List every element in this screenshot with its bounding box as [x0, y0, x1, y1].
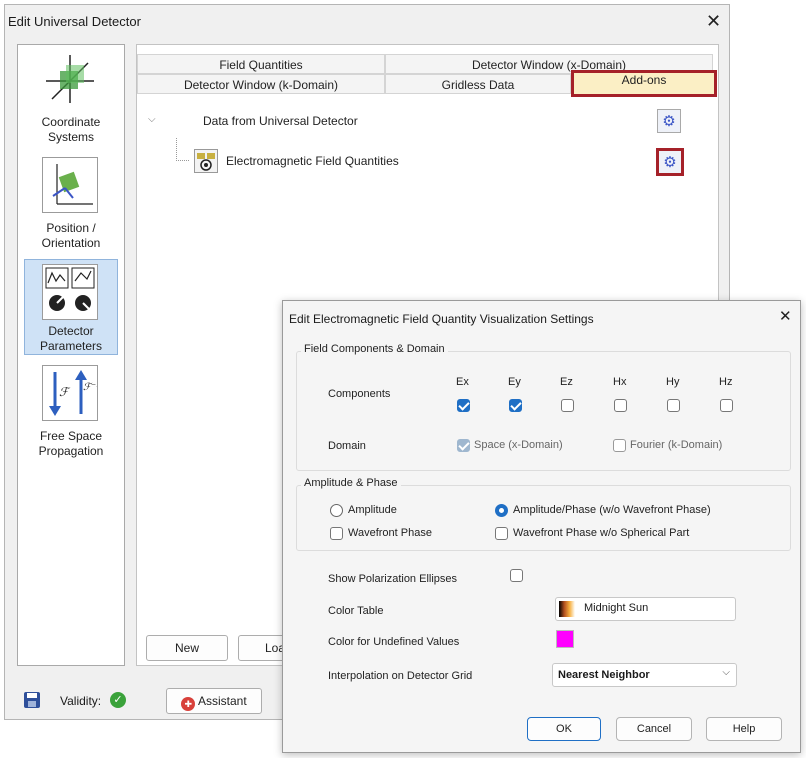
ex-checkbox[interactable] — [457, 399, 470, 412]
space-domain-label: Space (x-Domain) — [474, 439, 563, 451]
amplitude-phase-label: Amplitude/Phase (w/o Wavefront Phase) — [513, 504, 711, 516]
check-icon: ✓ — [110, 692, 126, 708]
close-icon[interactable]: ✕ — [706, 12, 721, 30]
wavefront-phase-label: Wavefront Phase — [348, 527, 432, 539]
amplitude-radio[interactable] — [330, 504, 343, 517]
ez-checkbox[interactable] — [561, 399, 574, 412]
color-table-label: Color Table — [328, 605, 384, 617]
tree-connector — [176, 138, 189, 161]
amplitude-phase-group — [296, 485, 791, 551]
tree-child-label[interactable]: Electromagnetic Field Quantities — [226, 154, 399, 168]
sidebar-item-label: Parameters — [39, 339, 103, 353]
sidebar-item-free-space-propagation[interactable]: ℱ ℱ⁻¹ Free Space Propagation — [24, 363, 118, 459]
interpolation-value: Nearest Neighbor — [558, 669, 650, 681]
free-space-propagation-icon: ℱ ℱ⁻¹ — [42, 365, 100, 421]
help-button[interactable]: Help — [706, 717, 782, 741]
field-components-group — [296, 351, 791, 471]
show-polarization-checkbox[interactable] — [510, 569, 523, 582]
sidebar: Coordinate Systems Position / Orientatio… — [17, 44, 125, 666]
dialog-close-icon[interactable]: ✕ — [779, 308, 792, 326]
col-hx: Hx — [613, 376, 627, 388]
coordinate-systems-icon — [42, 51, 98, 107]
color-table-field[interactable]: Midnight Sun — [555, 597, 736, 621]
sidebar-item-detector-parameters[interactable]: Detector Parameters — [24, 259, 118, 355]
hx-checkbox[interactable] — [614, 399, 627, 412]
assistant-icon: ✚ — [181, 697, 196, 711]
window-title: Edit Universal Detector — [8, 14, 141, 29]
chevron-down-icon: ⌵ — [722, 667, 730, 678]
col-ez: Ez — [560, 376, 573, 388]
child-settings-button[interactable]: ⚙ — [656, 148, 684, 176]
ey-checkbox[interactable] — [509, 399, 522, 412]
undefined-color-label: Color for Undefined Values — [328, 636, 460, 648]
tab-field-quantities[interactable]: Field Quantities — [137, 54, 385, 74]
gear-icon: ⚙ — [662, 112, 676, 130]
col-ex: Ex — [456, 376, 469, 388]
col-hz: Hz — [719, 376, 733, 388]
tab-gridless-data[interactable]: Gridless Data — [385, 74, 571, 94]
group-title: Field Components & Domain — [301, 343, 448, 355]
root-settings-button[interactable]: ⚙ — [657, 109, 681, 133]
wavefront-spherical-label: Wavefront Phase w/o Spherical Part — [513, 527, 690, 539]
svg-text:ℱ: ℱ — [59, 385, 71, 399]
sidebar-item-label: Systems — [47, 130, 94, 144]
wavefront-spherical-checkbox[interactable] — [495, 527, 508, 540]
validity-label: Validity: — [60, 694, 102, 708]
tree-root-label[interactable]: Data from Universal Detector — [203, 114, 358, 128]
sidebar-item-label: Position / — [46, 221, 96, 235]
position-orientation-icon — [42, 157, 98, 213]
dialog-title: Edit Electromagnetic Field Quantity Visu… — [289, 312, 594, 326]
assistant-label: Assistant — [197, 694, 247, 708]
assistant-button[interactable]: ✚ Assistant — [166, 688, 262, 714]
new-button[interactable]: New — [146, 635, 228, 661]
sidebar-item-position-orientation[interactable]: Position / Orientation — [24, 155, 118, 251]
col-hy: Hy — [666, 376, 680, 388]
hy-checkbox[interactable] — [667, 399, 680, 412]
col-ey: Ey — [508, 376, 521, 388]
wavefront-phase-checkbox[interactable] — [330, 527, 343, 540]
sidebar-item-label: Orientation — [41, 236, 101, 250]
space-domain-checkbox — [457, 439, 470, 452]
load-button[interactable]: Loa — [238, 635, 288, 661]
colormap-swatch-icon — [559, 601, 575, 617]
sidebar-item-label: Coordinate — [41, 115, 101, 129]
tab-add-ons[interactable]: Add-ons — [571, 70, 717, 97]
fourier-domain-checkbox[interactable] — [613, 439, 626, 452]
hz-checkbox[interactable] — [720, 399, 733, 412]
group-title: Amplitude & Phase — [301, 477, 401, 489]
show-polarization-label: Show Polarization Ellipses — [328, 573, 458, 585]
gear-icon: ⚙ — [663, 153, 677, 171]
domain-label: Domain — [328, 440, 366, 452]
amplitude-label: Amplitude — [348, 504, 397, 516]
cancel-button[interactable]: Cancel — [616, 717, 692, 741]
field-quantities-icon — [194, 149, 218, 173]
interpolation-select[interactable]: Nearest Neighbor ⌵ — [552, 663, 737, 687]
ok-button[interactable]: OK — [527, 717, 601, 741]
amplitude-phase-radio[interactable] — [495, 504, 508, 517]
tab-detector-window-k[interactable]: Detector Window (k-Domain) — [137, 74, 385, 94]
save-icon[interactable] — [24, 692, 40, 708]
detector-parameters-icon — [42, 264, 98, 320]
undefined-color-swatch[interactable] — [556, 630, 574, 648]
color-table-value: Midnight Sun — [584, 602, 649, 614]
sidebar-item-label: Free Space — [39, 429, 103, 443]
sidebar-item-label: Propagation — [38, 444, 104, 458]
fourier-domain-label: Fourier (k-Domain) — [630, 439, 723, 451]
interpolation-label: Interpolation on Detector Grid — [328, 670, 473, 682]
svg-text:ℱ⁻¹: ℱ⁻¹ — [83, 382, 97, 393]
sidebar-item-coordinate-systems[interactable]: Coordinate Systems — [24, 49, 118, 145]
sidebar-item-label: Detector — [48, 324, 94, 338]
components-label: Components — [328, 388, 391, 400]
chevron-down-icon[interactable]: ⌵ — [148, 114, 156, 125]
